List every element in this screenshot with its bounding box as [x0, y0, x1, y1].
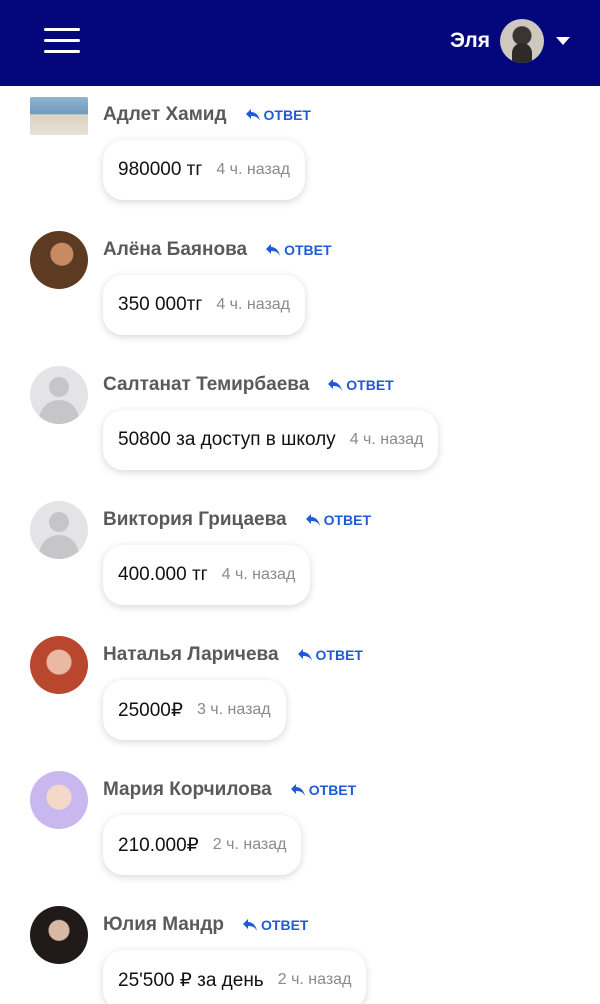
reply-arrow-icon: [305, 514, 320, 526]
reply-label: ОТВЕТ: [263, 107, 311, 123]
reply-button[interactable]: ОТВЕТ: [327, 377, 394, 393]
reply-arrow-icon: [266, 244, 281, 256]
comment-header: Адлет Хамид ОТВЕТ: [103, 104, 311, 126]
reply-label: ОТВЕТ: [323, 512, 372, 528]
reply-arrow-icon: [243, 919, 258, 931]
comment-text: 980000 тг: [118, 159, 203, 180]
commenter-avatar[interactable]: [30, 636, 88, 694]
comment-item: Наталья Ларичева ОТВЕТ 25000₽ 3 ч. назад: [0, 626, 600, 761]
comment-bubble: 210.000₽ 2 ч. назад: [103, 815, 302, 875]
commenter-avatar[interactable]: [30, 97, 88, 135]
reply-button[interactable]: ОТВЕТ: [265, 242, 332, 258]
commenter-name[interactable]: Юлия Мандр: [103, 914, 224, 936]
user-name: Эля: [449, 29, 490, 52]
comment-item: Мария Корчилова ОТВЕТ 210.000₽ 2 ч. наза…: [0, 761, 600, 896]
dropdown-caret-icon: [556, 37, 570, 45]
comment-time: 4 ч. назад: [349, 431, 424, 448]
comment-header: Алёна Баянова ОТВЕТ: [103, 239, 332, 261]
user-menu[interactable]: Эля: [450, 19, 570, 63]
default-avatar-icon[interactable]: [30, 366, 88, 424]
top-bar: Эля: [0, 0, 600, 86]
comment-item: Юлия Мандр ОТВЕТ 25'500 ₽ за день 2 ч. н…: [0, 896, 600, 1004]
commenter-avatar[interactable]: [30, 771, 88, 829]
commenter-name[interactable]: Наталья Ларичева: [103, 644, 279, 666]
hamburger-menu-icon[interactable]: [44, 26, 80, 56]
commenter-name[interactable]: Адлет Хамид: [103, 104, 227, 126]
comment-text: 350 000тг: [118, 294, 203, 315]
comment-item: Адлет Хамид ОТВЕТ 980000 тг 4 ч. назад: [0, 86, 600, 221]
reply-button[interactable]: ОТВЕТ: [290, 782, 356, 798]
reply-arrow-icon: [290, 784, 305, 796]
comment-time: 2 ч. назад: [212, 836, 287, 853]
reply-label: ОТВЕТ: [261, 917, 309, 933]
reply-arrow-icon: [328, 379, 343, 391]
comment-time: 4 ч. назад: [216, 161, 291, 178]
comment-time: 3 ч. назад: [196, 701, 271, 718]
commenter-avatar[interactable]: [30, 231, 88, 289]
reply-label: ОТВЕТ: [308, 782, 357, 798]
reply-button[interactable]: ОТВЕТ: [242, 917, 308, 933]
comment-item: Салтанат Темирбаева ОТВЕТ 50800 за досту…: [0, 356, 600, 491]
comment-text: 400.000 тг: [118, 564, 208, 585]
user-avatar: [500, 19, 544, 63]
comment-bubble: 350 000тг 4 ч. назад: [103, 275, 306, 335]
comment-text: 210.000₽: [118, 834, 199, 856]
comment-header: Наталья Ларичева ОТВЕТ: [103, 644, 363, 666]
comment-item: Виктория Грицаева ОТВЕТ 400.000 тг 4 ч. …: [0, 491, 600, 626]
comment-time: 4 ч. назад: [221, 566, 296, 583]
reply-label: ОТВЕТ: [284, 242, 332, 258]
commenter-name[interactable]: Виктория Грицаева: [103, 509, 287, 531]
comment-bubble: 25'500 ₽ за день 2 ч. назад: [103, 950, 367, 1004]
commenter-avatar[interactable]: [30, 906, 88, 964]
comment-bubble: 50800 за доступ в школу 4 ч. назад: [103, 410, 439, 470]
commenter-name[interactable]: Салтанат Темирбаева: [103, 374, 309, 396]
comment-time: 4 ч. назад: [216, 296, 291, 313]
reply-arrow-icon: [297, 649, 312, 661]
commenter-name[interactable]: Алёна Баянова: [103, 239, 247, 261]
comment-text: 25'500 ₽ за день: [118, 969, 264, 991]
reply-label: ОТВЕТ: [346, 377, 394, 393]
comment-header: Мария Корчилова ОТВЕТ: [103, 779, 356, 801]
comment-bubble: 980000 тг 4 ч. назад: [103, 140, 306, 200]
comment-bubble: 25000₽ 3 ч. назад: [103, 680, 286, 740]
comment-feed: Адлет Хамид ОТВЕТ 980000 тг 4 ч. назад А…: [0, 86, 600, 1004]
comment-header: Виктория Грицаева ОТВЕТ: [103, 509, 371, 531]
reply-arrow-icon: [245, 109, 260, 121]
comment-text: 50800 за доступ в школу: [118, 429, 336, 450]
comment-item: Алёна Баянова ОТВЕТ 350 000тг 4 ч. назад: [0, 221, 600, 356]
comment-header: Юлия Мандр ОТВЕТ: [103, 914, 308, 936]
commenter-name[interactable]: Мария Корчилова: [103, 779, 272, 801]
comment-text: 25000₽: [118, 699, 183, 721]
comment-time: 2 ч. назад: [277, 971, 352, 988]
reply-button[interactable]: ОТВЕТ: [245, 107, 311, 123]
default-avatar-icon[interactable]: [30, 501, 88, 559]
reply-label: ОТВЕТ: [315, 647, 363, 663]
reply-button[interactable]: ОТВЕТ: [297, 647, 363, 663]
comment-header: Салтанат Темирбаева ОТВЕТ: [103, 374, 394, 396]
reply-button[interactable]: ОТВЕТ: [305, 512, 371, 528]
comment-bubble: 400.000 тг 4 ч. назад: [103, 545, 311, 605]
